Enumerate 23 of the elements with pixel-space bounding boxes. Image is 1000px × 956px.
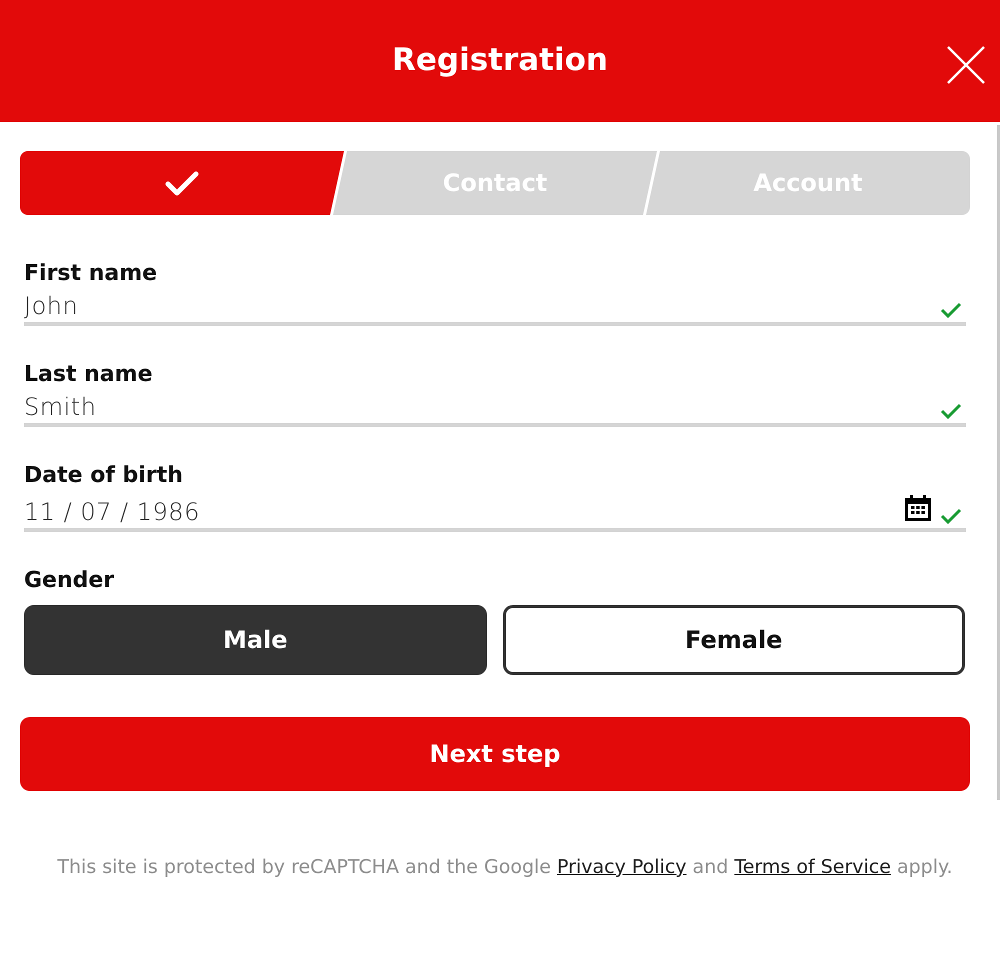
field-value: 11 / 07 / 1986 bbox=[24, 498, 201, 526]
scrollbar[interactable] bbox=[997, 125, 1000, 800]
field-label: Date of birth bbox=[24, 463, 184, 488]
field-value: Smith bbox=[24, 393, 98, 421]
input-field[interactable]: 11 / 07 / 1986 bbox=[24, 494, 966, 532]
next-step-button[interactable]: Next step bbox=[20, 717, 970, 791]
gender-option[interactable]: Male bbox=[24, 605, 486, 675]
checkmark-icon bbox=[164, 169, 200, 197]
calendar-icon[interactable] bbox=[904, 494, 932, 522]
field-label: First name bbox=[24, 261, 158, 286]
footer-link[interactable]: Terms of Service bbox=[734, 856, 891, 878]
input-field[interactable]: John bbox=[24, 292, 966, 326]
recaptcha-notice: This site is protected by reCAPTCHA and the Google Privacy Policy and Terms of Service apply. bbox=[56, 855, 954, 880]
field-label: Last name bbox=[24, 362, 154, 387]
field-label: Gender bbox=[24, 568, 116, 593]
dialog-title: Registration bbox=[392, 42, 608, 78]
input-field[interactable]: Smith bbox=[24, 393, 966, 427]
close-icon bbox=[946, 45, 986, 85]
step-tab[interactable] bbox=[20, 151, 344, 215]
gender-option[interactable]: Female bbox=[502, 605, 965, 675]
close-button[interactable] bbox=[946, 45, 986, 85]
field-value: John bbox=[24, 292, 80, 320]
footer-link[interactable]: Privacy Policy bbox=[557, 856, 687, 878]
